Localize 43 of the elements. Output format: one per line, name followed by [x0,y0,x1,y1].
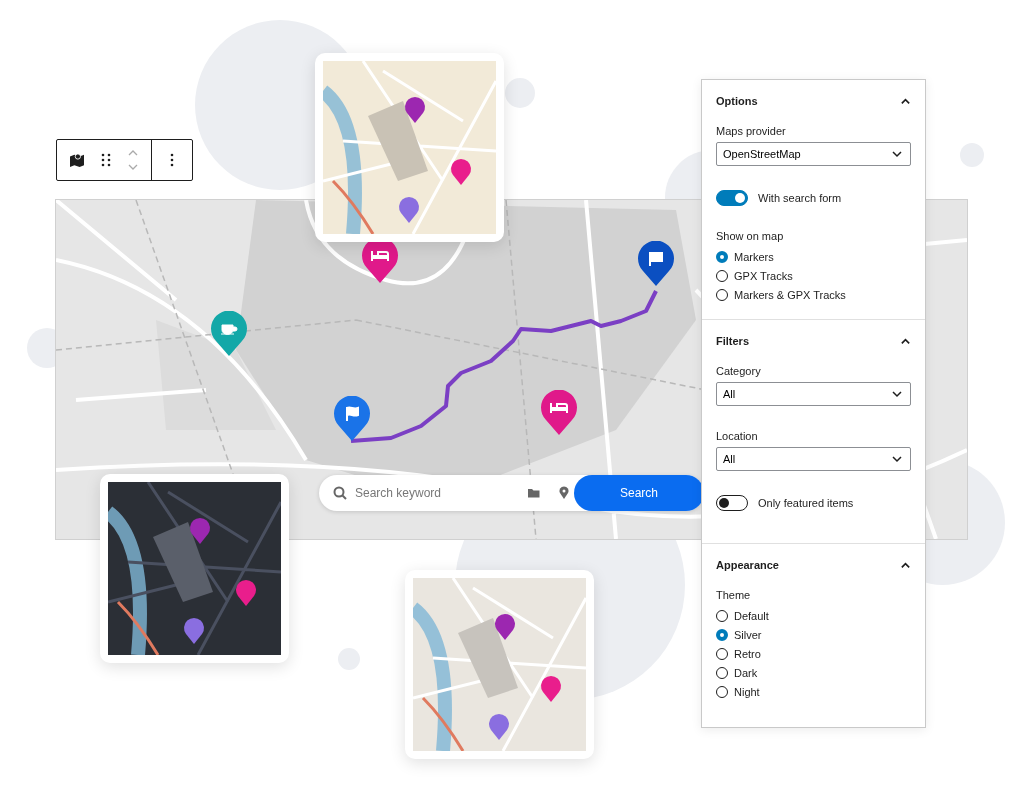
field-label: Theme [716,589,752,601]
select-field[interactable]: All [716,382,911,406]
map-pin-icon[interactable] [638,241,674,287]
radio-label: Retro [734,648,761,660]
radio-button[interactable] [716,667,728,679]
drag-handle-icon[interactable] [101,153,111,167]
radio-label: Markers [734,251,774,263]
map-pin-icon[interactable] [541,390,577,436]
toggle-switch[interactable] [716,190,748,206]
search-button[interactable]: Search [574,475,704,511]
radio-button[interactable] [716,270,728,282]
radio-button[interactable] [716,686,728,698]
radio-label: Default [734,610,769,622]
radio-button[interactable] [716,610,728,622]
field-label: Category [716,365,762,377]
folder-icon[interactable] [527,486,541,500]
radio-button[interactable] [716,648,728,660]
panel-section-header[interactable]: Appearance [716,559,911,579]
field-label: Show on map [716,230,785,242]
radio-button[interactable] [716,629,728,641]
radio-label: Night [734,686,760,698]
radio-label: Dark [734,667,758,679]
radio-button[interactable] [716,251,728,263]
chevron-up-icon [900,559,911,571]
chevron-up-icon [900,95,911,107]
panel-section-header[interactable]: Filters [716,335,911,355]
select-field[interactable]: All [716,447,911,471]
map-pin-icon[interactable] [334,396,370,442]
search-icon [333,486,347,500]
field-label: Location [716,430,759,442]
field-label: Maps provider [716,125,787,137]
radio-label: GPX Tracks [734,270,793,282]
toggle-label: Only featured items [758,497,854,509]
decor-circle [505,78,535,108]
radio-label: Markers & GPX Tracks [734,289,846,301]
radio-button[interactable] [716,289,728,301]
location-pin-icon[interactable] [557,486,571,500]
panel-section-header[interactable]: Options [716,95,911,115]
radio-label: Silver [734,629,762,641]
toggle-switch[interactable] [716,495,748,511]
chevron-up-icon [900,335,911,347]
map-icon[interactable] [69,153,85,167]
select-field[interactable]: OpenStreetMap [716,142,911,166]
